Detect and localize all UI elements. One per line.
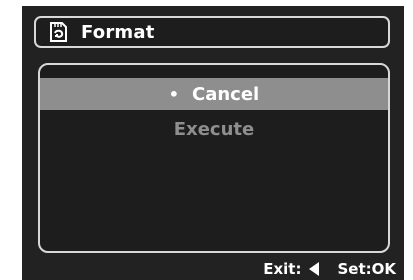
menu-item-cancel[interactable]: • Cancel — [40, 78, 388, 110]
menu-item-execute[interactable]: Execute — [40, 113, 388, 145]
menu-item-label: Execute — [173, 118, 255, 140]
format-options-menu: • Cancel Execute — [38, 63, 390, 253]
set-ok-label: Set:OK — [337, 260, 396, 278]
camera-screen: Format • Cancel Execute Exit: Set:OK — [22, 6, 404, 280]
left-arrow-icon — [309, 262, 320, 276]
title-bar: Format — [34, 16, 390, 48]
format-card-icon — [44, 20, 72, 44]
screen-title: Format — [81, 21, 155, 43]
selected-bullet: • — [168, 84, 179, 104]
exit-label: Exit: — [263, 260, 302, 278]
button-hints: Exit: Set:OK — [22, 258, 404, 280]
menu-item-label: Cancel — [192, 83, 260, 105]
